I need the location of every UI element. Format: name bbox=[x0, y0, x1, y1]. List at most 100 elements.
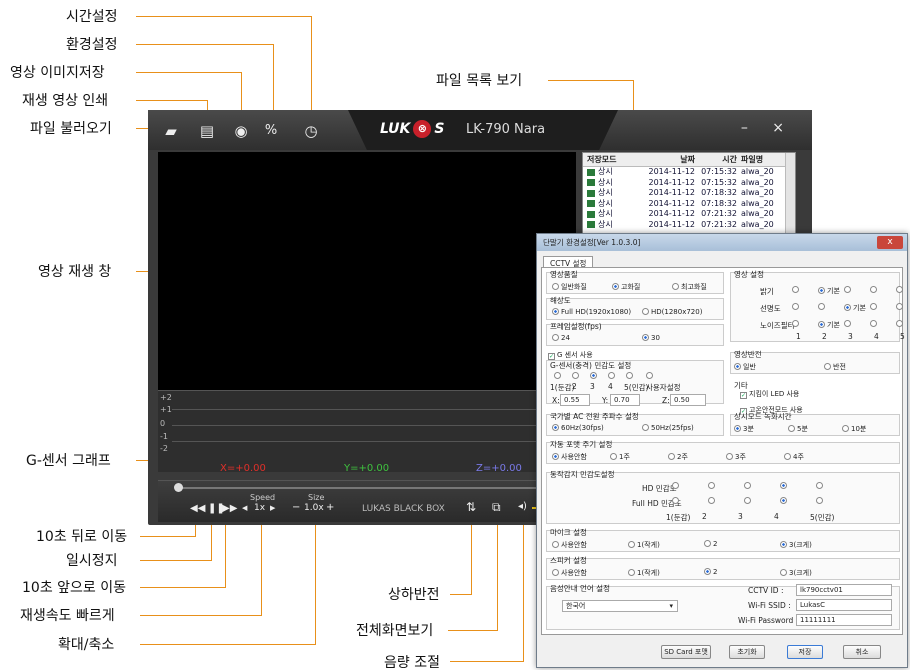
flip-option[interactable]: 일반 bbox=[734, 362, 756, 372]
sd-format-button[interactable]: SD Card 포맷 bbox=[661, 645, 711, 659]
forward-icon[interactable]: ▶▶ bbox=[222, 503, 237, 514]
speaker-option[interactable]: 2 bbox=[704, 568, 717, 576]
speaker-option[interactable]: 1(작게) bbox=[628, 568, 660, 578]
scale-label: 2 bbox=[822, 332, 827, 341]
motion-hd-option[interactable] bbox=[672, 482, 681, 490]
ac-freq-option[interactable]: 60Hz(30fps) bbox=[552, 424, 604, 432]
image-setting-option[interactable] bbox=[844, 320, 853, 328]
image-setting-option[interactable]: 기본 bbox=[844, 303, 866, 313]
file-list-scrollbar[interactable] bbox=[785, 153, 795, 241]
motion-fhd-option[interactable] bbox=[744, 497, 753, 505]
image-setting-option[interactable] bbox=[792, 320, 801, 328]
image-setting-option[interactable]: 기본 bbox=[818, 320, 840, 330]
fps-option[interactable]: 24 bbox=[552, 334, 570, 342]
reset-button[interactable]: 초기화 bbox=[729, 645, 765, 659]
file-list-row[interactable]: 상시 2014-11-12 07:21:32 alwa_20 bbox=[583, 209, 795, 220]
volume-icon[interactable]: ◂) bbox=[518, 501, 527, 512]
resolution-option[interactable]: Full HD(1920x1080) bbox=[552, 308, 631, 316]
image-setting-option[interactable] bbox=[896, 286, 905, 294]
zoom-in-icon[interactable]: + bbox=[326, 502, 334, 513]
gsensor-x-field[interactable]: 0.55 bbox=[560, 394, 590, 406]
group-label: 국가별 AC 전원 주파수 설정 bbox=[550, 412, 639, 421]
mic-option[interactable]: 1(작게) bbox=[628, 540, 660, 550]
camera-icon[interactable]: ◉ bbox=[232, 122, 250, 140]
quality-option[interactable]: 최고화질 bbox=[672, 282, 707, 292]
motion-hd-option[interactable] bbox=[816, 482, 825, 490]
gsensor-enable-checkbox[interactable]: ✓ G 센서 사용 bbox=[548, 350, 593, 360]
motion-hd-option[interactable] bbox=[708, 482, 717, 490]
speed-down-icon[interactable]: ◀ bbox=[242, 504, 247, 512]
ac-freq-option[interactable]: 50Hz(25fps) bbox=[642, 424, 694, 432]
wifi-ssid-field[interactable]: LukasC bbox=[796, 599, 892, 611]
file-list-row[interactable]: 상시 2014-11-12 07:18:32 alwa_20 bbox=[583, 199, 795, 210]
flip-option[interactable]: 반전 bbox=[824, 362, 846, 372]
seek-bar[interactable] bbox=[176, 487, 546, 489]
file-list[interactable]: 저장모드 날짜 시간 파일명 상시 2014-11-12 07:15:32 alwa_… bbox=[582, 152, 796, 242]
speed-up-icon[interactable]: ▶ bbox=[270, 504, 275, 512]
record-time-option[interactable]: 10분 bbox=[842, 424, 866, 434]
save-button[interactable]: 저장 bbox=[787, 645, 823, 659]
gsensor-custom-option[interactable] bbox=[646, 372, 655, 380]
image-setting-option[interactable] bbox=[844, 286, 853, 294]
flip-icon[interactable]: ⇅ bbox=[466, 500, 476, 514]
settings-icon[interactable]: % bbox=[262, 122, 280, 140]
speaker-option[interactable]: 사용안함 bbox=[552, 568, 587, 578]
video-view[interactable] bbox=[158, 152, 576, 394]
file-list-row[interactable]: 상시 2014-11-12 07:15:32 alwa_20 bbox=[583, 178, 795, 189]
motion-fhd-option[interactable] bbox=[816, 497, 825, 505]
image-setting-option[interactable]: 기본 bbox=[818, 286, 840, 296]
voice-language-select[interactable]: 한국어 ▾ bbox=[562, 600, 678, 612]
gsensor-option[interactable] bbox=[590, 372, 599, 380]
gsensor-z-field[interactable]: 0.50 bbox=[670, 394, 706, 406]
gsensor-y-field[interactable]: 0.70 bbox=[610, 394, 640, 406]
gsensor-option[interactable] bbox=[572, 372, 581, 380]
auto-format-option[interactable]: 4주 bbox=[784, 452, 804, 462]
image-setting-option[interactable] bbox=[896, 320, 905, 328]
quality-option[interactable]: 고화질 bbox=[612, 282, 640, 292]
motion-hd-option[interactable] bbox=[744, 482, 753, 490]
window-controls[interactable]: – × bbox=[741, 120, 794, 136]
resolution-option[interactable]: HD(1280x720) bbox=[642, 308, 702, 316]
gsensor-option[interactable] bbox=[626, 372, 635, 380]
fps-option[interactable]: 30 bbox=[642, 334, 660, 342]
cancel-button[interactable]: 취소 bbox=[843, 645, 881, 659]
motion-fhd-option[interactable] bbox=[672, 497, 681, 505]
auto-format-option[interactable]: 1주 bbox=[610, 452, 630, 462]
motion-fhd-option[interactable] bbox=[780, 497, 789, 505]
clock-icon[interactable]: ◷ bbox=[302, 122, 320, 140]
file-list-row[interactable]: 상시 2014-11-12 07:18:32 alwa_20 bbox=[583, 188, 795, 199]
wifi-password-field[interactable]: 11111111 bbox=[796, 614, 892, 626]
seek-handle[interactable] bbox=[174, 483, 183, 492]
rewind-icon[interactable]: ◀◀ bbox=[190, 503, 205, 514]
image-setting-option[interactable] bbox=[870, 286, 879, 294]
close-icon[interactable]: x bbox=[877, 236, 903, 249]
motion-hd-option[interactable] bbox=[780, 482, 789, 490]
cctv-id-field[interactable]: lk790cctv01 bbox=[796, 584, 892, 596]
image-setting-option[interactable] bbox=[792, 286, 801, 294]
auto-format-option[interactable]: 사용안함 bbox=[552, 452, 587, 462]
led-checkbox[interactable]: ✓ 지킴이 LED 사용 bbox=[740, 389, 799, 399]
record-time-option[interactable]: 5분 bbox=[788, 424, 808, 434]
mic-option[interactable]: 사용안함 bbox=[552, 540, 587, 550]
fullscreen-icon[interactable]: ⧉ bbox=[492, 500, 501, 515]
auto-format-option[interactable]: 2주 bbox=[668, 452, 688, 462]
file-list-row[interactable]: 상시 2014-11-12 07:15:32 alwa_20 bbox=[583, 167, 795, 178]
speaker-option[interactable]: 3(크게) bbox=[780, 568, 812, 578]
folder-icon[interactable]: ▰ bbox=[162, 122, 180, 140]
printer-icon[interactable]: ▤ bbox=[198, 122, 216, 140]
record-time-option[interactable]: 3분 bbox=[734, 424, 754, 434]
image-setting-option[interactable] bbox=[870, 320, 879, 328]
image-setting-option[interactable] bbox=[792, 303, 801, 311]
auto-format-option[interactable]: 3주 bbox=[726, 452, 746, 462]
gsensor-option[interactable] bbox=[554, 372, 563, 380]
gsensor-option[interactable] bbox=[608, 372, 617, 380]
file-list-row[interactable]: 상시 2014-11-12 07:21:32 alwa_20 bbox=[583, 220, 795, 231]
image-setting-option[interactable] bbox=[870, 303, 879, 311]
zoom-out-icon[interactable]: − bbox=[292, 502, 300, 513]
motion-fhd-option[interactable] bbox=[708, 497, 717, 505]
image-setting-option[interactable] bbox=[818, 303, 827, 311]
quality-option[interactable]: 일반화질 bbox=[552, 282, 587, 292]
mic-option[interactable]: 2 bbox=[704, 540, 717, 548]
mic-option[interactable]: 3(크게) bbox=[780, 540, 812, 550]
image-setting-option[interactable] bbox=[896, 303, 905, 311]
